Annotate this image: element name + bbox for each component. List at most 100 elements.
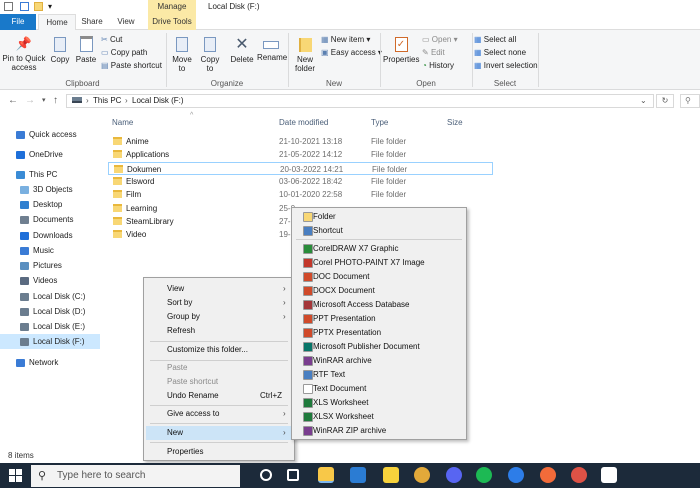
tab-home[interactable]: Home [38,14,76,30]
settings-icon[interactable] [601,467,617,483]
history-button[interactable]: ◔ History [422,60,454,71]
select-all-button[interactable]: ▦ Select all [474,34,516,45]
back-arrow-icon[interactable]: ← [8,95,18,106]
menu-item-refresh[interactable]: Refresh [167,324,195,338]
new-submenu-item[interactable]: WinRAR ZIP archive [297,424,461,438]
column-header-name[interactable]: Name [112,118,133,128]
manage-tab[interactable]: Manage [148,0,196,14]
copy-path-button[interactable]: ▭ Copy path [101,47,147,58]
nav-item[interactable]: Quick access [16,127,77,142]
discord-icon[interactable] [446,467,462,483]
chrome-profile-icon[interactable] [571,467,587,483]
nav-item[interactable]: Local Disk (E:) [20,319,85,334]
new-item-button[interactable]: ▦ New item ▾ [321,34,370,45]
nav-item[interactable]: Desktop [20,197,62,212]
tab-view[interactable]: View [112,14,140,30]
column-header-type[interactable]: Type [371,118,388,128]
file-row[interactable]: Dokumen 20-03-2022 14:21 File folder [108,161,493,175]
file-row[interactable]: Applications 21-05-2022 14:12 File folder [108,148,493,161]
nav-item[interactable]: Videos [20,273,57,288]
new-submenu-item[interactable]: CorelDRAW X7 Graphic [297,242,461,256]
file-row[interactable]: Elsword 03-06-2022 18:42 File folder [108,175,493,188]
nav-item[interactable]: Local Disk (D:) [20,304,85,319]
new-submenu-item[interactable]: DOC Document [297,270,461,284]
breadcrumb-this-pc[interactable]: This PC [93,96,121,105]
menu-item-view[interactable]: View [167,282,184,296]
menu-item-group-by[interactable]: Group by [167,310,200,324]
column-header-size[interactable]: Size [447,118,463,128]
copy-to-button[interactable]: Copy to [198,36,222,73]
paste-button[interactable]: Paste [74,36,98,64]
menu-item-give-access[interactable]: Give access to [167,407,219,421]
pin-quick-access-button[interactable]: 📌 Pin to Quick access [2,36,46,72]
cortana-icon[interactable] [260,469,272,481]
recent-locations-chevron-icon[interactable]: ▾ [42,96,46,104]
select-none-button[interactable]: ▦ Select none [474,47,526,58]
menu-item-new[interactable]: New [167,426,183,440]
new-submenu-item[interactable]: Shortcut [297,224,461,238]
windows-start-icon[interactable] [9,469,22,482]
new-folder-button[interactable]: New folder [292,36,318,73]
easy-access-button[interactable]: ▣ Easy access ▾ [321,47,382,58]
column-header-date[interactable]: Date modified [279,118,328,128]
quick-access-toolbar-chevron-icon[interactable]: ▾ [48,2,52,12]
nav-item[interactable]: 3D Objects [20,182,73,197]
delete-button[interactable]: ✕ Delete [229,36,255,64]
copy-button[interactable]: Copy [48,36,72,64]
menu-item-paste[interactable]: Paste [167,361,187,375]
new-submenu-item[interactable]: DOCX Document [297,284,461,298]
new-submenu-item[interactable]: PPT Presentation [297,312,461,326]
properties-quick-icon[interactable] [20,2,29,11]
rename-button[interactable]: Rename [257,36,287,62]
nav-item[interactable]: Music [20,243,54,258]
task-view-icon[interactable] [287,469,299,481]
nav-item[interactable]: Local Disk (F:) [20,334,85,349]
new-submenu-item[interactable]: RTF Text [297,368,461,382]
tab-drive-tools[interactable]: Drive Tools [148,14,196,30]
system-menu-icon[interactable] [4,2,13,11]
nav-item[interactable]: OneDrive [16,147,63,162]
new-submenu-item[interactable]: Microsoft Access Database [297,298,461,312]
breadcrumb-drive[interactable]: Local Disk (F:) [132,96,184,105]
word-icon[interactable] [350,467,366,483]
nav-item[interactable]: Network [16,355,58,370]
cut-button[interactable]: ✂ Cut [101,34,122,45]
nav-item[interactable]: This PC [16,167,57,182]
nav-item[interactable]: Local Disk (C:) [20,289,85,304]
file-row[interactable]: Anime 21-10-2021 13:18 File folder [108,135,493,148]
file-explorer-icon[interactable] [318,467,334,483]
new-submenu-item[interactable]: WinRAR archive [297,354,461,368]
forward-arrow-icon[interactable]: → [25,95,35,106]
chrome-icon[interactable] [414,467,430,483]
taskbar-search-input[interactable]: Type here to search [31,465,240,487]
menu-item-sort-by[interactable]: Sort by [167,296,192,310]
new-submenu-item[interactable]: Microsoft Publisher Document [297,340,461,354]
new-submenu-item[interactable]: XLS Worksheet [297,396,461,410]
open-button[interactable]: ▭ Open ▾ [422,34,458,45]
nav-item[interactable]: Pictures [20,258,62,273]
paste-shortcut-button[interactable]: ▤ Paste shortcut [101,60,162,71]
new-submenu-item[interactable]: Corel PHOTO-PAINT X7 Image [297,256,461,270]
menu-item-paste-shortcut[interactable]: Paste shortcut [167,375,218,389]
sticky-notes-icon[interactable] [383,467,399,483]
tab-file[interactable]: File [0,14,36,30]
search-box[interactable]: ⚲ [680,94,700,108]
up-arrow-icon[interactable]: ↑ [53,95,58,106]
address-dropdown-chevron-icon[interactable]: ⌄ [640,96,647,105]
new-folder-quick-icon[interactable] [34,2,43,11]
tab-share[interactable]: Share [78,14,106,30]
new-submenu-item[interactable]: XLSX Worksheet [297,410,461,424]
spotify-icon[interactable] [476,467,492,483]
menu-item-undo-rename[interactable]: Undo Rename [167,389,219,403]
nav-item[interactable]: Documents [20,212,73,227]
new-submenu-item[interactable]: Folder [297,210,461,224]
properties-button[interactable]: ✓ Properties [383,36,419,64]
wps-icon[interactable] [508,467,524,483]
refresh-button[interactable]: ↻ [656,94,674,108]
file-row[interactable]: Film 10-01-2020 22:58 File folder [108,188,493,201]
menu-item-customize[interactable]: Customize this folder... [167,343,248,357]
edit-button[interactable]: ✎ Edit [422,47,445,58]
brave-icon[interactable] [540,467,556,483]
move-to-button[interactable]: Move to [170,36,194,73]
menu-item-properties[interactable]: Properties [167,445,203,459]
